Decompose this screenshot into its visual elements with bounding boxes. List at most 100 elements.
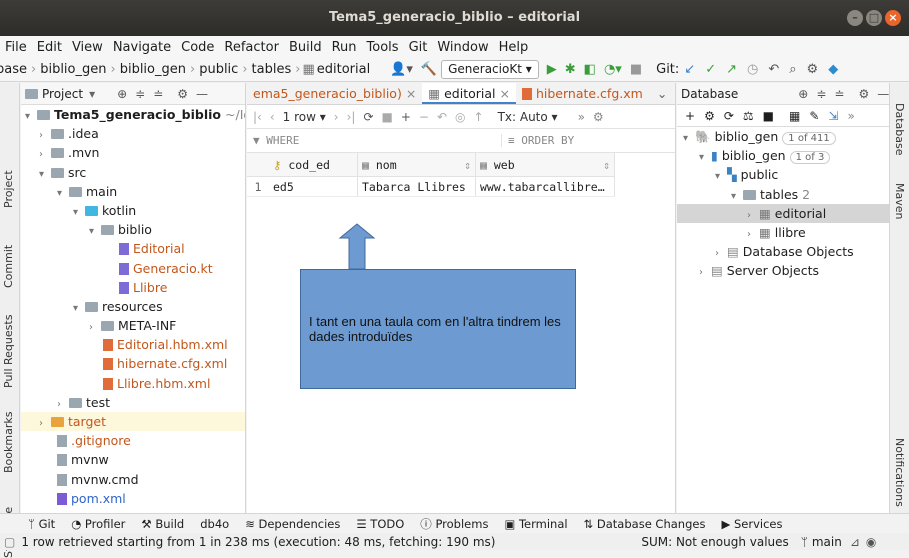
menu-git[interactable]: Git [404,40,433,55]
chevron-right-icon[interactable]: › [747,206,759,225]
jump-icon[interactable]: ⇲ [828,109,838,123]
breadcrumb-2[interactable]: biblio_gen [118,62,188,77]
tree-item-idea[interactable]: › .idea [21,124,245,143]
schema-icon[interactable]: ⚖ [743,109,754,123]
tree-item-target[interactable]: › target [21,412,245,432]
menu-help[interactable]: Help [494,40,534,55]
column-header-web[interactable]: ▦ web ⇕ [476,153,615,176]
tree-item-mvnw[interactable]: mvnw [21,450,245,469]
stop-icon[interactable]: ■ [763,109,774,123]
tab-notifications[interactable]: Notifications [893,438,906,507]
add-row-icon[interactable]: + [401,110,411,124]
column-header-cod-ed[interactable]: ⚷ cod_ed [269,153,358,176]
menu-view[interactable]: View [67,40,108,55]
tool-todo[interactable]: ☰ TODO [348,517,412,531]
tab-project[interactable]: Project [2,170,15,208]
db-item-server-objects[interactable]: › ▤ Server Objects [677,261,889,280]
tool-problems[interactable]: ⓘ Problems [412,516,496,532]
tree-item-llibre-hbm[interactable]: Llibre.hbm.xml [21,374,245,393]
tree-item-kotlin[interactable]: ▾ kotlin [21,201,245,220]
tool-dependencies[interactable]: ≋ Dependencies [237,517,348,531]
debug-icon[interactable]: ✱ [565,62,576,77]
collapse-all-icon[interactable]: ≐ [834,87,844,101]
tree-item-src[interactable]: ▾ src [21,163,245,182]
menu-navigate[interactable]: Navigate [108,40,176,55]
first-page-icon[interactable]: |‹ [253,110,262,124]
status-toggle-icon[interactable]: ▢ [4,535,15,549]
chevron-down-icon[interactable]: ▾ [699,148,711,167]
tree-item-biblio[interactable]: ▾ biblio [21,220,245,239]
chevron-down-icon[interactable]: ▾ [731,187,743,206]
close-tab-icon[interactable]: × [406,86,416,101]
preview-icon[interactable]: ◎ [455,110,465,124]
expand-all-icon[interactable]: ≑ [135,87,145,101]
order-by-input[interactable]: ≡ ORDER BY [501,134,574,147]
gear-icon[interactable]: ⚙ [593,110,604,124]
tree-item-llibre[interactable]: Llibre [21,278,245,297]
breadcrumb-1[interactable]: biblio_gen [38,62,108,77]
tree-item-pom[interactable]: pom.xml [21,489,245,508]
menu-file[interactable]: File [0,40,32,55]
tool-git[interactable]: ᛘ Git [20,517,63,531]
breadcrumb-5[interactable]: editorial [315,62,372,77]
plugin-icon[interactable]: ◆ [828,62,838,77]
search-icon[interactable]: ⌕ [789,62,796,77]
revert-icon[interactable]: ↶ [437,110,447,124]
expand-all-icon[interactable]: ≑ [816,87,826,101]
db-item-editorial[interactable]: › ▦ editorial [677,203,889,225]
column-header-nom[interactable]: ▦ nom ⇕ [358,153,476,176]
run-config-select[interactable]: GeneracioKt ▾ [441,60,539,79]
cell-web[interactable]: www.tabarcallibre… [476,177,615,196]
edit-icon[interactable]: ✎ [809,109,819,123]
profile-icon[interactable]: ◔▾ [604,62,622,77]
collapse-all-icon[interactable]: ≐ [153,87,163,101]
gear-icon[interactable]: ⚙ [177,87,188,101]
stop-icon[interactable]: ■ [382,110,393,124]
hide-icon[interactable]: — [877,87,889,101]
tab-editorial[interactable]: ▦ editorial × [422,83,516,104]
tool-db4o[interactable]: db4o [192,517,237,531]
tree-item-test[interactable]: › test [21,393,245,412]
more-actions-icon[interactable]: » [578,110,585,124]
history-icon[interactable]: ◷ [747,62,758,77]
remove-row-icon[interactable]: − [419,110,429,124]
refresh-icon[interactable]: ⟳ [363,110,373,124]
project-panel-title[interactable]: Project [42,87,83,101]
maximize-icon[interactable]: □ [866,10,882,26]
chevron-down-icon[interactable]: ▾ [57,184,69,203]
tree-item-resources[interactable]: ▾ resources [21,297,245,316]
tree-item-editorial[interactable]: Editorial [21,239,245,258]
more-actions-icon[interactable]: » [847,109,854,123]
tree-item-editorial-hbm[interactable]: Editorial.hbm.xml [21,335,245,354]
db-item-tables[interactable]: ▾ tables 2 [677,185,889,204]
notification-icon[interactable]: ◉ [866,535,876,549]
settings-icon[interactable]: ⚙ [807,62,819,77]
rollback-icon[interactable]: ↶ [768,62,779,77]
chevron-right-icon[interactable]: › [39,145,51,164]
cell-cod-ed[interactable]: ed5 [269,177,358,196]
tool-build[interactable]: ⚒ Build [133,517,192,531]
table-row[interactable]: 1 ed5 Tabarca Llibres www.tabarcallibre… [247,177,615,197]
tree-item-generacio[interactable]: Generacio.kt [21,259,245,278]
tool-services[interactable]: ▶ Services [713,517,790,531]
refresh-icon[interactable]: ⟳ [724,109,734,123]
chevron-right-icon[interactable]: › [699,263,711,282]
prev-page-icon[interactable]: ‹ [270,110,275,124]
tab-database[interactable]: Database [893,103,906,156]
chevron-right-icon[interactable]: › [89,318,101,337]
run-icon[interactable]: ▶ [547,62,557,77]
chevron-right-icon[interactable]: › [39,126,51,145]
tab-hibernate-cfg[interactable]: hibernate.cfg.xm [516,83,649,104]
lock-icon[interactable]: ⊿ [850,535,860,549]
menu-code[interactable]: Code [176,40,219,55]
menu-refactor[interactable]: Refactor [219,40,284,55]
tool-profiler[interactable]: ◔ Profiler [63,517,133,531]
coverage-icon[interactable]: ◧ [584,62,596,77]
sort-icon[interactable]: ⇕ [464,153,471,176]
tree-item-root[interactable]: ▾ Tema5_generacio_biblio ~/Ide [21,105,245,124]
tx-mode-select[interactable]: Tx: Auto ▾ [498,110,558,124]
locate-icon[interactable]: ⊕ [798,87,808,101]
sort-icon[interactable]: ⇕ [603,153,610,176]
submit-icon[interactable]: ↑ [474,110,484,124]
db-item-database-objects[interactable]: › ▤ Database Objects [677,242,889,261]
